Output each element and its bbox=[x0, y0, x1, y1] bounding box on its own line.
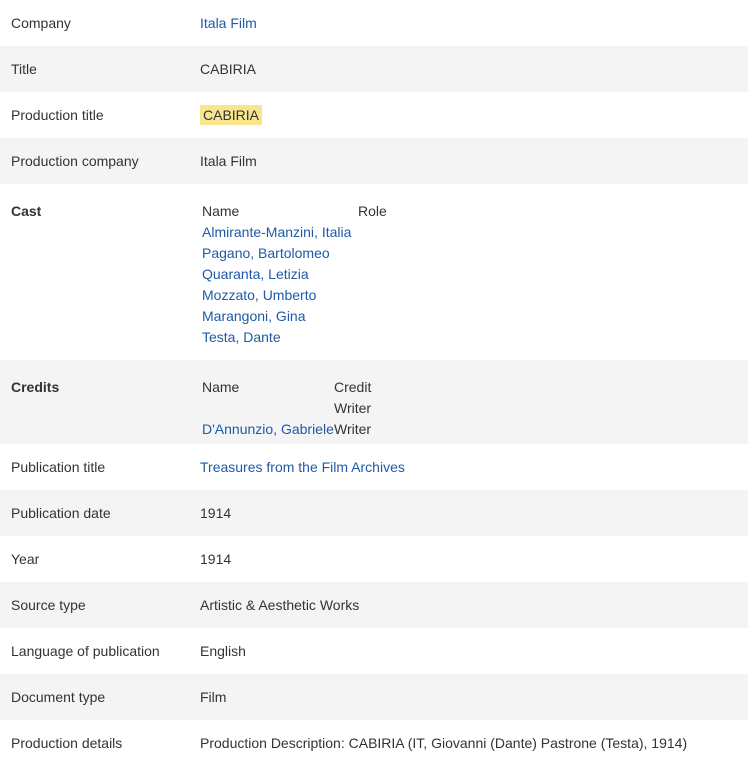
field-label: Production title bbox=[11, 107, 104, 123]
publication-title-link[interactable]: Treasures from the Film Archives bbox=[200, 459, 405, 475]
credit-role: Writer bbox=[334, 421, 372, 437]
field-row-credits: Credits Name Credit Writer D'Annunzio, G… bbox=[0, 360, 748, 444]
column-header-credit: Credit bbox=[334, 379, 372, 395]
table-row: Testa, Dante bbox=[202, 327, 387, 348]
cast-table-header: Name Role bbox=[202, 201, 387, 222]
cast-role bbox=[358, 306, 387, 327]
field-value: Treasures from the Film Archives bbox=[200, 444, 748, 490]
credit-role: Writer bbox=[334, 400, 372, 416]
column-header-name: Name bbox=[202, 203, 240, 219]
field-row-company: Company Itala Film bbox=[0, 0, 748, 46]
cast-role bbox=[358, 243, 387, 264]
field-value: Itala Film bbox=[200, 0, 748, 46]
cast-role bbox=[358, 264, 387, 285]
field-row-year: Year 1914 bbox=[0, 536, 748, 582]
record-details: Company Itala Film Title CABIRIA Product… bbox=[0, 0, 748, 766]
cast-name-link[interactable]: Quaranta, Letizia bbox=[202, 266, 309, 282]
field-value: 1914 bbox=[200, 551, 232, 567]
field-label: Source type bbox=[11, 597, 86, 613]
field-label: Publication title bbox=[11, 459, 106, 475]
field-row-production-title: Production title CABIRIA bbox=[0, 92, 748, 138]
field-row-production-details: Production details Production Descriptio… bbox=[0, 720, 748, 766]
cast-table: Name Role Almirante-Manzini, Italia Paga… bbox=[202, 201, 387, 348]
field-value: Film bbox=[200, 689, 227, 705]
cast-name-link[interactable]: Testa, Dante bbox=[202, 329, 281, 345]
field-value: 1914 bbox=[200, 505, 232, 521]
field-row-document-type: Document type Film bbox=[0, 674, 748, 720]
field-value: Name Role Almirante-Manzini, Italia Paga… bbox=[200, 201, 748, 345]
field-row-production-company: Production company Itala Film bbox=[0, 138, 748, 184]
field-label: Production details bbox=[11, 735, 123, 751]
table-row: Writer bbox=[202, 398, 371, 419]
field-label: Year bbox=[11, 551, 40, 567]
table-row: D'Annunzio, Gabriele Writer bbox=[202, 419, 371, 440]
table-row: Pagano, Bartolomeo bbox=[202, 243, 387, 264]
cast-name-link[interactable]: Mozzato, Umberto bbox=[202, 287, 316, 303]
credits-table: Name Credit Writer D'Annunzio, Gabriele … bbox=[202, 377, 371, 440]
credit-name bbox=[202, 398, 334, 419]
credit-name-link[interactable]: D'Annunzio, Gabriele bbox=[202, 421, 334, 437]
field-label: Document type bbox=[11, 689, 106, 705]
field-label: Language of publication bbox=[11, 643, 160, 659]
field-value: Itala Film bbox=[200, 153, 257, 169]
field-row-publication-title: Publication title Treasures from the Fil… bbox=[0, 444, 748, 490]
field-value: Artistic & Aesthetic Works bbox=[200, 597, 360, 613]
column-header-role: Role bbox=[358, 203, 387, 219]
field-label: Company bbox=[11, 15, 71, 31]
field-value: English bbox=[200, 643, 246, 659]
field-value: CABIRIA bbox=[200, 92, 748, 138]
cast-name-link[interactable]: Pagano, Bartolomeo bbox=[202, 245, 330, 261]
field-value: CABIRIA bbox=[200, 61, 257, 77]
table-row: Quaranta, Letizia bbox=[202, 264, 387, 285]
table-row: Marangoni, Gina bbox=[202, 306, 387, 327]
cast-name-link[interactable]: Marangoni, Gina bbox=[202, 308, 306, 324]
field-value: Name Credit Writer D'Annunzio, Gabriele … bbox=[200, 377, 748, 437]
cast-name-link[interactable]: Almirante-Manzini, Italia bbox=[202, 224, 351, 240]
field-label: Publication date bbox=[11, 505, 111, 521]
search-term-highlight: CABIRIA bbox=[200, 105, 263, 125]
field-value: Production Description: CABIRIA (IT, Gio… bbox=[200, 735, 688, 751]
field-label: Production company bbox=[11, 153, 139, 169]
table-row: Almirante-Manzini, Italia bbox=[202, 222, 387, 243]
field-label: Credits bbox=[11, 379, 60, 395]
table-row: Mozzato, Umberto bbox=[202, 285, 387, 306]
credits-table-header: Name Credit bbox=[202, 377, 371, 398]
field-label: Cast bbox=[11, 203, 42, 219]
cast-role bbox=[358, 327, 387, 348]
field-row-source-type: Source type Artistic & Aesthetic Works bbox=[0, 582, 748, 628]
field-row-title: Title CABIRIA bbox=[0, 46, 748, 92]
field-row-cast: Cast Name Role Almirante-Manzini, Italia… bbox=[0, 184, 748, 360]
field-label: Title bbox=[11, 61, 37, 77]
column-header-name: Name bbox=[202, 379, 240, 395]
field-row-language: Language of publication English bbox=[0, 628, 748, 674]
company-link[interactable]: Itala Film bbox=[200, 15, 257, 31]
cast-role bbox=[358, 285, 387, 306]
field-row-publication-date: Publication date 1914 bbox=[0, 490, 748, 536]
cast-role bbox=[358, 222, 387, 243]
